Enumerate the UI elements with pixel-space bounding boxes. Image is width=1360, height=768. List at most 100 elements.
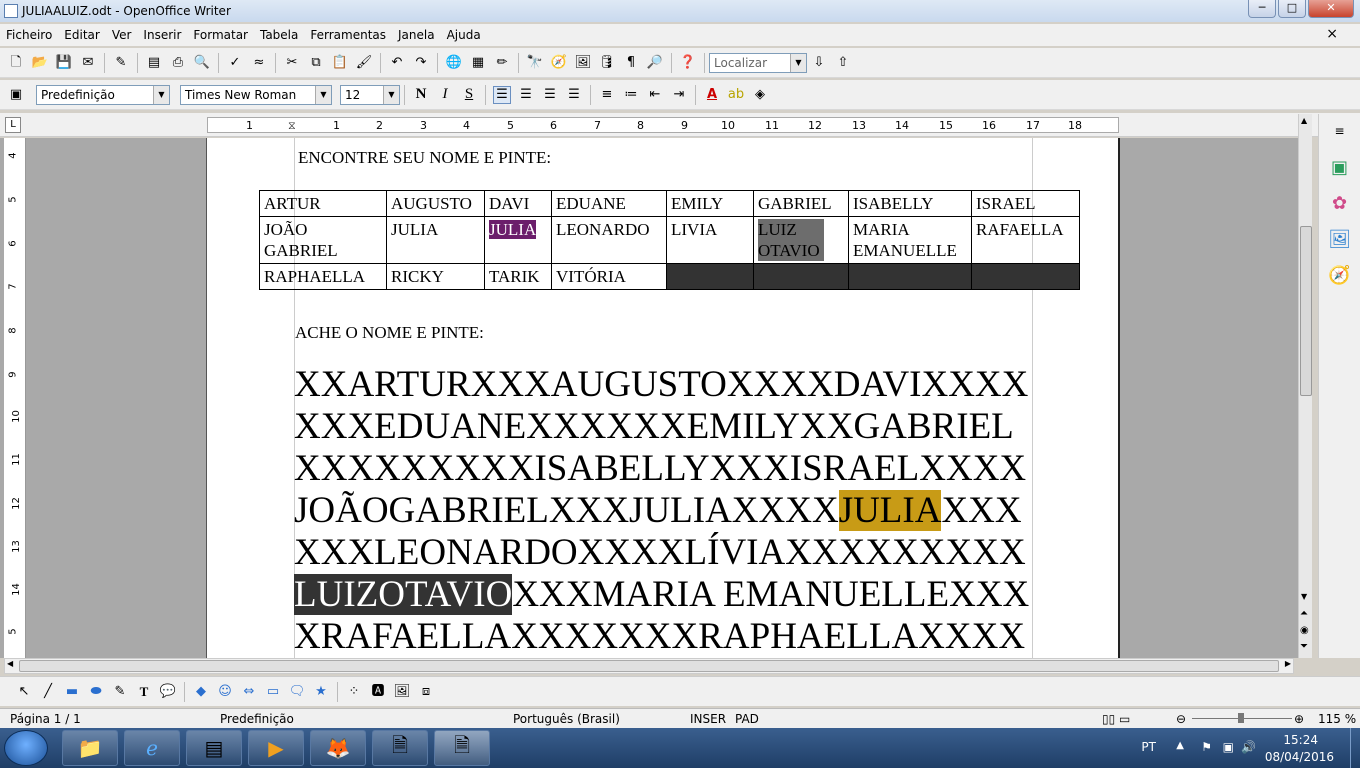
gallery-icon[interactable]: 🖼 bbox=[574, 54, 592, 72]
undo-icon[interactable]: ↶ bbox=[388, 54, 406, 72]
explorer-taskbar-icon[interactable]: 📁 bbox=[62, 730, 118, 766]
bold-button[interactable]: N bbox=[412, 86, 430, 104]
data-sources-icon[interactable]: 🛢 bbox=[598, 54, 616, 72]
find-replace-icon[interactable]: 🔭 bbox=[526, 54, 544, 72]
styles-icon[interactable]: ▣ bbox=[7, 86, 25, 104]
align-center-icon[interactable]: ☰ bbox=[517, 86, 535, 104]
spellcheck-icon[interactable]: ✓ bbox=[226, 54, 244, 72]
paste-icon[interactable]: 📋 bbox=[331, 54, 349, 72]
minimize-button[interactable]: ─ bbox=[1248, 0, 1276, 18]
italic-button[interactable]: I bbox=[436, 86, 454, 104]
bullets-icon[interactable]: ≔ bbox=[622, 86, 640, 104]
language-tray[interactable]: PT bbox=[1141, 740, 1156, 754]
menu-formatar[interactable]: Formatar bbox=[193, 28, 248, 42]
table-cell-filled[interactable] bbox=[971, 263, 1080, 290]
redo-icon[interactable]: ↷ bbox=[412, 54, 430, 72]
line-icon[interactable]: ╱ bbox=[39, 683, 57, 701]
action-center-icon[interactable]: ⚑ bbox=[1201, 740, 1212, 754]
align-left-icon[interactable]: ☰ bbox=[493, 85, 511, 104]
start-button[interactable] bbox=[4, 730, 48, 766]
video-taskbar-icon[interactable]: ▶ bbox=[248, 730, 304, 766]
previous-page-icon[interactable]: ⏶ bbox=[1300, 608, 1308, 619]
menu-ficheiro[interactable]: Ficheiro bbox=[6, 28, 52, 42]
table-cell[interactable]: LEONARDO bbox=[551, 216, 667, 264]
rectangle-icon[interactable]: ▬ bbox=[63, 683, 81, 701]
points-icon[interactable]: ⁘ bbox=[345, 683, 363, 701]
table-cell-filled[interactable] bbox=[753, 263, 849, 290]
gallery-sidebar-icon[interactable]: 🖼 bbox=[1327, 226, 1353, 252]
table-cell[interactable]: JULIA bbox=[484, 216, 552, 264]
close-button[interactable]: ✕ bbox=[1308, 0, 1354, 18]
highlight-icon[interactable]: ab bbox=[727, 86, 745, 104]
table-cell-filled[interactable] bbox=[848, 263, 972, 290]
page-style[interactable]: Predefinição bbox=[220, 712, 294, 726]
table-cell[interactable]: DAVI bbox=[484, 190, 552, 217]
email-icon[interactable]: ✉ bbox=[79, 54, 97, 72]
find-input[interactable]: Localizar ▼ bbox=[709, 52, 807, 73]
clock-time[interactable]: 15:24 bbox=[1283, 733, 1318, 747]
font-color-icon[interactable]: A bbox=[703, 86, 721, 104]
table-cell[interactable]: RICKY bbox=[386, 263, 485, 290]
chevron-down-icon[interactable]: ▼ bbox=[383, 85, 399, 104]
volume-icon[interactable]: 🔊 bbox=[1241, 740, 1256, 754]
table-cell[interactable]: JULIA bbox=[386, 216, 485, 264]
language-indicator[interactable]: Português (Brasil) bbox=[513, 712, 620, 726]
from-file-icon[interactable]: 🖼 bbox=[393, 683, 411, 701]
export-pdf-icon[interactable]: ▤ bbox=[145, 54, 163, 72]
selection-mode[interactable]: PAD bbox=[735, 712, 759, 726]
tab-stop-selector[interactable]: L bbox=[5, 117, 21, 133]
firefox-taskbar-icon[interactable]: 🦊 bbox=[310, 730, 366, 766]
table-cell[interactable]: LUIZ OTAVIO bbox=[753, 216, 849, 264]
text-icon[interactable]: T bbox=[135, 683, 153, 701]
flowchart-icon[interactable]: ▭ bbox=[264, 683, 282, 701]
network-icon[interactable]: ▣ bbox=[1223, 740, 1234, 754]
view-layout-icon[interactable]: ▯▯ ▭ bbox=[1102, 712, 1130, 726]
table-cell[interactable]: MARIA EMANUELLE bbox=[848, 216, 972, 264]
close-document-button[interactable]: × bbox=[1326, 26, 1338, 42]
select-icon[interactable]: ↖ bbox=[15, 683, 33, 701]
document-page[interactable]: ENCONTRE SEU NOME E PINTE: ARTUR AUGUSTO… bbox=[206, 138, 1120, 658]
page-indicator[interactable]: Página 1 / 1 bbox=[10, 712, 81, 726]
table-cell[interactable]: EDUANE bbox=[551, 190, 667, 217]
ie-taskbar-icon[interactable]: ℯ bbox=[124, 730, 180, 766]
table-cell-filled[interactable] bbox=[666, 263, 754, 290]
chevron-down-icon[interactable]: ▼ bbox=[790, 53, 806, 72]
table-cell[interactable]: VITÓRIA bbox=[551, 263, 667, 290]
table-cell[interactable]: ISABELLY bbox=[848, 190, 972, 217]
scroll-left-icon[interactable]: ◀ bbox=[7, 659, 13, 668]
table-cell[interactable]: RAFAELLA bbox=[971, 216, 1080, 264]
navigator-icon[interactable]: 🧭 bbox=[550, 54, 568, 72]
menu-ajuda[interactable]: Ajuda bbox=[447, 28, 481, 42]
font-select[interactable]: Times New Roman ▼ bbox=[180, 84, 332, 105]
style-select[interactable]: Predefinição ▼ bbox=[36, 84, 170, 105]
menu-ver[interactable]: Ver bbox=[112, 28, 132, 42]
cut-icon[interactable]: ✂ bbox=[283, 54, 301, 72]
clock-date[interactable]: 08/04/2016 bbox=[1265, 750, 1334, 764]
menu-ferramentas[interactable]: Ferramentas bbox=[310, 28, 386, 42]
sidebar-menu-icon[interactable]: ≡ bbox=[1327, 118, 1353, 144]
writer-taskbar-icon[interactable]: 🗎 bbox=[434, 730, 490, 766]
symbol-shapes-icon[interactable]: ☺ bbox=[216, 683, 234, 701]
callout-icon[interactable]: 💬 bbox=[159, 683, 177, 701]
word-search[interactable]: XXARTURXXXAUGUSTOXXXXDAVIXXXX XXXEDUANEXX… bbox=[294, 364, 1029, 658]
navigation-icon[interactable]: ◉ bbox=[1300, 625, 1309, 636]
scroll-up-icon[interactable]: ▲ bbox=[1301, 116, 1307, 125]
block-arrows-icon[interactable]: ⇔ bbox=[240, 683, 258, 701]
ruler-strip[interactable]: 1 ⧖ 1 2 3 4 5 6 7 8 9 10 11 12 13 14 15 … bbox=[207, 117, 1119, 133]
table-cell[interactable]: RAPHAELLA bbox=[259, 263, 387, 290]
media-taskbar-icon[interactable]: ▤ bbox=[186, 730, 242, 766]
zoom-in-icon[interactable]: ⊕ bbox=[1294, 712, 1304, 726]
new-document-icon[interactable]: 🗋 bbox=[7, 54, 25, 72]
horizontal-scrollbar[interactable]: ◀ ▶ bbox=[4, 658, 1294, 674]
table-cell[interactable]: EMILY bbox=[666, 190, 754, 217]
font-size-select[interactable]: 12 ▼ bbox=[340, 84, 400, 105]
table-cell[interactable]: GABRIEL bbox=[753, 190, 849, 217]
help-icon[interactable]: ❓ bbox=[679, 54, 697, 72]
nonprinting-chars-icon[interactable]: ¶ bbox=[622, 54, 640, 72]
clone-formatting-icon[interactable]: 🖌 bbox=[355, 54, 373, 72]
edit-mode-icon[interactable]: ✎ bbox=[112, 54, 130, 72]
save-icon[interactable]: 💾 bbox=[55, 54, 73, 72]
maximize-button[interactable]: □ bbox=[1278, 0, 1306, 18]
chevron-down-icon[interactable]: ▼ bbox=[315, 85, 331, 104]
zoom-level[interactable]: 115 % bbox=[1318, 712, 1356, 726]
